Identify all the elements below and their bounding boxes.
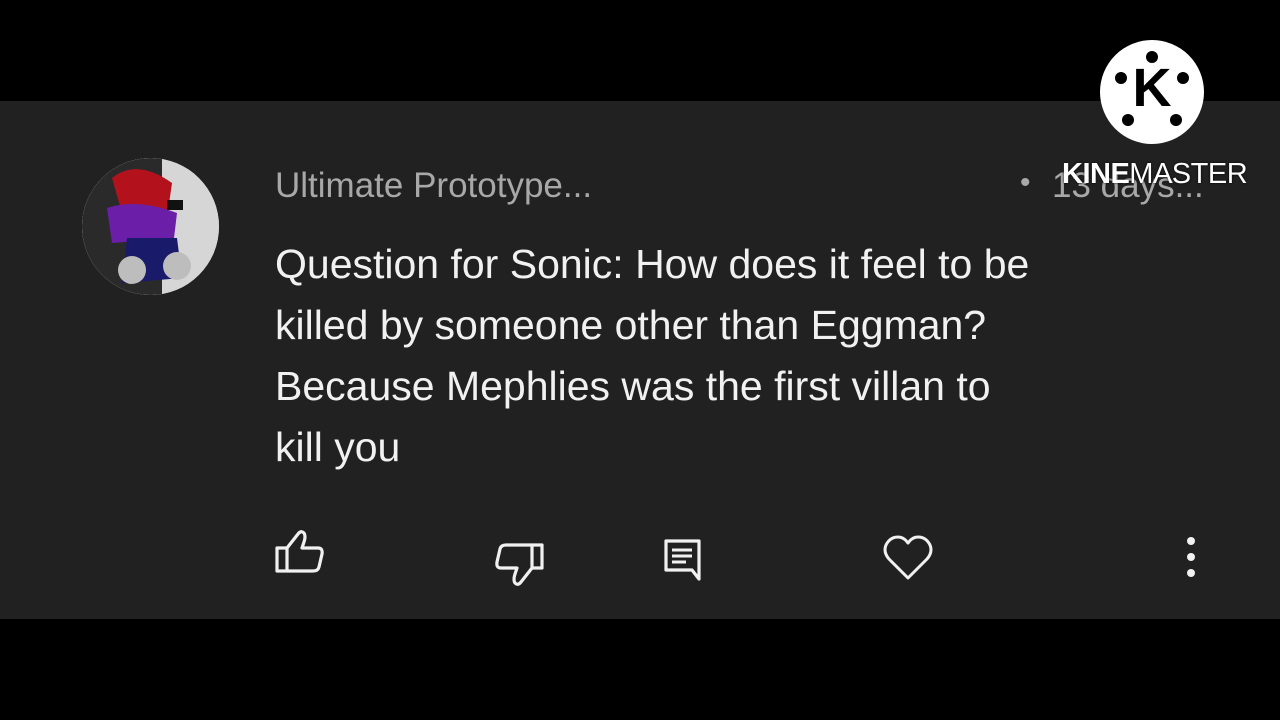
- kinemaster-logo: K: [1100, 40, 1204, 144]
- comment-text: Question for Sonic: How does it feel to …: [275, 241, 1030, 470]
- reply-button[interactable]: [664, 539, 702, 581]
- like-button[interactable]: [274, 530, 326, 574]
- dislike-button[interactable]: [493, 542, 545, 586]
- heart-icon: [883, 535, 933, 580]
- more-vertical-icon: [1187, 537, 1195, 577]
- kinemaster-brand-text: KINEMASTER: [1062, 158, 1248, 191]
- avatar[interactable]: [82, 158, 219, 295]
- more-options-button[interactable]: [1182, 536, 1200, 580]
- logo-letter: K: [1132, 58, 1172, 118]
- comment-author[interactable]: Ultimate Prototype...: [275, 166, 592, 206]
- heart-button[interactable]: [883, 534, 933, 582]
- comment-icon: [664, 539, 701, 581]
- thumbs-up-icon: [275, 530, 324, 573]
- kinemaster-watermark: K KINEMASTER: [1062, 38, 1248, 191]
- brand-rest: MASTER: [1129, 158, 1248, 190]
- avatar-image: [82, 158, 219, 295]
- brand-bold: KINE: [1062, 158, 1130, 190]
- separator-dot: •: [1020, 166, 1031, 199]
- thumbs-down-icon: [495, 543, 544, 586]
